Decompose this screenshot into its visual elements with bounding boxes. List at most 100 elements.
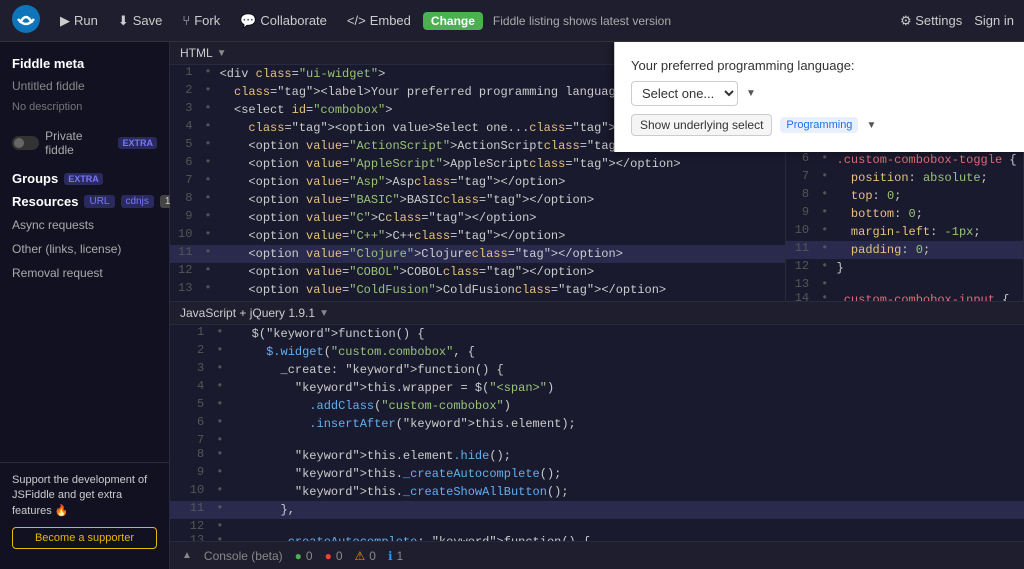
line-content[interactable]: .addClass("custom-combobox") — [233, 397, 1024, 415]
groups-label: Groups — [12, 171, 58, 186]
table-row: 2 • $.widget("custom.combobox", { — [170, 343, 1024, 361]
line-content[interactable]: <option value="COBOL">COBOLclass="tag"><… — [216, 263, 786, 281]
line-content[interactable]: _create: "keyword">function() { — [233, 361, 1024, 379]
line-content[interactable]: <option value="ColdFusion">ColdFusioncla… — [216, 281, 786, 299]
line-dot: • — [212, 447, 233, 465]
line-content[interactable]: "keyword">this._createAutocomplete(); — [233, 465, 1024, 483]
js-code-scroll[interactable]: 1 • $("keyword">function() { 2 • $.widge… — [170, 325, 1024, 541]
collaborate-button[interactable]: 💬 Collaborate — [232, 8, 335, 34]
line-content[interactable]: .custom-combobox-toggle { — [833, 151, 1023, 169]
line-dot: • — [817, 169, 832, 187]
console-label[interactable]: Console (beta) — [204, 549, 283, 563]
line-content[interactable]: $.widget("custom.combobox", { — [233, 343, 1024, 361]
js-chevron-icon: ▼ — [319, 308, 329, 319]
line-content[interactable]: <option value="C++">C++class="tag"></opt… — [216, 227, 786, 245]
fiddle-meta-title: Fiddle meta — [0, 52, 169, 77]
removal-request-link[interactable]: Removal request — [0, 261, 169, 285]
nav-right: ⚙ Settings Sign in — [900, 13, 1014, 29]
line-dot: • — [212, 483, 233, 501]
line-content[interactable] — [233, 433, 1024, 447]
preview-overlay: Your preferred programming language: Sel… — [614, 42, 1024, 152]
save-icon: ⬇ — [118, 13, 129, 29]
table-row: 14 • <option value="Erlang">Erlangclass=… — [170, 299, 785, 301]
line-dot: • — [200, 245, 215, 263]
embed-button[interactable]: </> Embed — [339, 8, 419, 33]
settings-button[interactable]: ⚙ Settings — [900, 13, 962, 29]
line-content[interactable]: "keyword">this.wrapper = $("<span>") — [233, 379, 1024, 397]
supporter-button[interactable]: Become a supporter — [12, 527, 157, 549]
line-content[interactable]: <option value="BASIC">BASICclass="tag"><… — [216, 191, 786, 209]
save-button[interactable]: ⬇ Save — [110, 8, 171, 34]
logo — [10, 3, 42, 38]
line-number: 9 — [170, 465, 212, 483]
private-extra-badge: EXTRA — [118, 137, 157, 149]
table-row: 10 • <option value="C++">C++class="tag">… — [170, 227, 785, 245]
preview-language-select[interactable]: Select one... — [631, 81, 738, 106]
line-number: 6 — [170, 155, 200, 173]
table-row: 13 • _createAutocomplete: "keyword">func… — [170, 533, 1024, 541]
table-row: 13 • <option value="ColdFusion">ColdFusi… — [170, 281, 785, 299]
other-links-link[interactable]: Other (links, license) — [0, 237, 169, 261]
line-dot: • — [200, 137, 215, 155]
line-dot: • — [817, 241, 832, 259]
fiddle-title-input[interactable] — [0, 77, 169, 99]
run-button[interactable]: ▶ Run — [52, 8, 106, 34]
console-bar: ▲ Console (beta) ● 0 ● 0 ⚠ 0 ℹ 1 — [170, 541, 1024, 569]
change-badge: Change — [423, 12, 483, 30]
line-number: 9 — [786, 205, 817, 223]
expand-icon: ▲ — [182, 550, 192, 561]
info-indicator: ℹ 1 — [388, 549, 403, 563]
line-content[interactable]: _createAutocomplete: "keyword">function(… — [233, 533, 1024, 541]
line-content[interactable]: <option value="AppleScript">AppleScriptc… — [216, 155, 786, 173]
line-dot: • — [212, 415, 233, 433]
line-dot: • — [817, 223, 832, 241]
programming-chevron-icon: ▼ — [866, 120, 876, 131]
editors-area: HTML ▼ 1 • <div class="ui-widget"> 2 • c… — [170, 42, 1024, 569]
line-dot: • — [200, 119, 215, 137]
fiddle-desc-input[interactable] — [0, 99, 169, 123]
table-row: 11 • <option value="Clojure">Clojureclas… — [170, 245, 785, 263]
line-content[interactable]: margin-left: -1px; — [833, 223, 1023, 241]
show-underlying-select-button[interactable]: Show underlying select — [631, 114, 772, 136]
line-content[interactable]: .insertAfter("keyword">this.element); — [233, 415, 1024, 433]
line-content[interactable]: "keyword">this._createShowAllButton(); — [233, 483, 1024, 501]
line-content[interactable] — [833, 277, 1023, 291]
line-content[interactable]: position: absolute; — [833, 169, 1023, 187]
line-content[interactable]: top: 0; — [833, 187, 1023, 205]
line-number: 12 — [786, 259, 817, 277]
line-number: 7 — [170, 433, 212, 447]
table-row: 11 • }, — [170, 501, 1024, 519]
line-content[interactable]: <option value="Clojure">Clojureclass="ta… — [216, 245, 786, 263]
line-content[interactable]: bottom: 0; — [833, 205, 1023, 223]
line-number: 3 — [170, 101, 200, 119]
line-content[interactable]: <option value="C">Cclass="tag"></option> — [216, 209, 786, 227]
line-number: 3 — [170, 361, 212, 379]
line-content[interactable]: .custom-combobox-input { — [833, 291, 1023, 301]
line-content[interactable]: } — [833, 259, 1023, 277]
js-panel-header[interactable]: JavaScript + jQuery 1.9.1 ▼ — [170, 302, 1024, 325]
line-dot: • — [200, 65, 215, 83]
line-dot: • — [212, 361, 233, 379]
navbar: ▶ Run ⬇ Save ⑂ Fork 💬 Collaborate </> Em… — [0, 0, 1024, 42]
table-row: 9 • "keyword">this._createAutocomplete()… — [170, 465, 1024, 483]
async-requests-link[interactable]: Async requests — [0, 213, 169, 237]
line-content[interactable]: <option value="Erlang">Erlangclass="tag"… — [216, 299, 786, 301]
line-content[interactable]: }, — [233, 501, 1024, 519]
line-content[interactable]: $("keyword">function() { — [233, 325, 1024, 343]
line-number: 9 — [170, 209, 200, 227]
line-dot: • — [817, 277, 832, 291]
line-dot: • — [817, 259, 832, 277]
table-row: 7 • position: absolute; — [786, 169, 1023, 187]
line-content[interactable]: padding: 0; — [833, 241, 1023, 259]
private-toggle[interactable] — [12, 136, 39, 150]
line-content[interactable] — [233, 519, 1024, 533]
signin-button[interactable]: Sign in — [974, 13, 1014, 28]
line-number: 2 — [170, 343, 212, 361]
line-content[interactable]: <option value="Asp">Aspclass="tag"></opt… — [216, 173, 786, 191]
resources-label: Resources — [12, 194, 78, 209]
fork-button[interactable]: ⑂ Fork — [174, 8, 228, 33]
private-label: Private fiddle — [45, 129, 112, 157]
line-content[interactable]: "keyword">this.element.hide(); — [233, 447, 1024, 465]
sidebar: Fiddle meta Private fiddle EXTRA Groups … — [0, 42, 170, 569]
table-row: 12 • } — [786, 259, 1023, 277]
